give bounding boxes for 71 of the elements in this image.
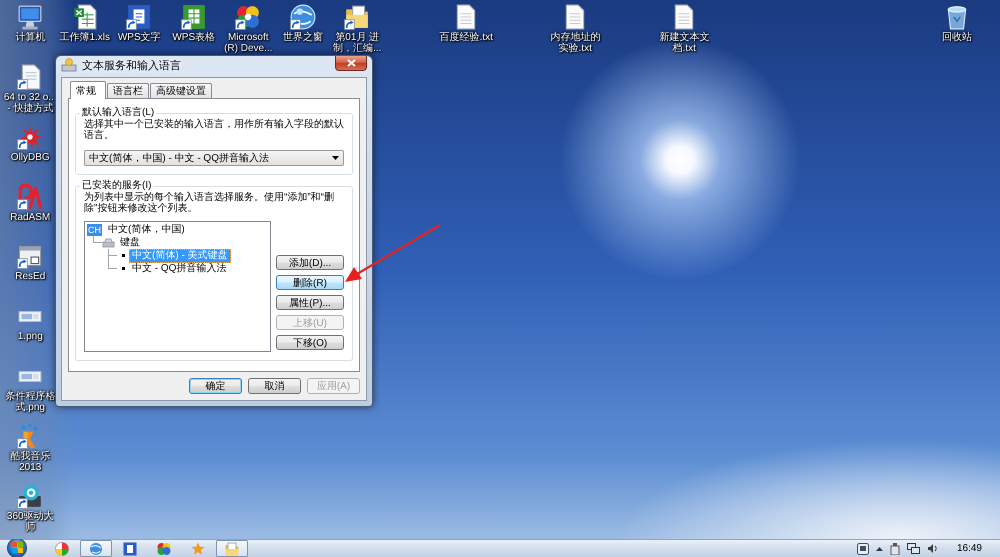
- desktop-icon-label[interactable]: WPS文字: [118, 32, 161, 43]
- speaker-icon[interactable]: [926, 543, 938, 554]
- screen-icon[interactable]: [856, 542, 869, 554]
- app-tile-icon[interactable]: [126, 4, 152, 30]
- desktop-icon-label[interactable]: WPS表格: [172, 32, 216, 43]
- keyboard-icon: [102, 238, 115, 248]
- desktop-icon-label[interactable]: 新建文本文档.txt: [657, 32, 712, 54]
- folder-icon[interactable]: [344, 4, 370, 30]
- desktop-icon-label[interactable]: 工作簿1.xls: [59, 32, 110, 43]
- tab[interactable]: 常规: [70, 81, 106, 99]
- language-badge: CH: [87, 224, 102, 236]
- flag-icon: [12, 542, 22, 553]
- app-tile-icon: [123, 542, 137, 556]
- document-icon[interactable]: [17, 64, 44, 90]
- desktop-icon-label[interactable]: 世界之窗: [282, 32, 323, 43]
- tree-item[interactable]: 键盘: [117, 236, 143, 250]
- network-icon[interactable]: [906, 542, 920, 554]
- computer-icon[interactable]: [17, 4, 44, 30]
- device-icon[interactable]: [890, 542, 900, 554]
- group-title: 默认输入语言(L): [81, 107, 156, 118]
- caret-icon: [332, 156, 339, 160]
- window-title: 文本服务和输入语言: [82, 58, 182, 74]
- spreadsheet-file-icon[interactable]: [72, 4, 98, 30]
- gear-icon[interactable]: [17, 482, 44, 509]
- app-tile-icon[interactable]: [180, 4, 207, 30]
- language-dropdown[interactable]: 中文(简体，中国) - 中文 - QQ拼音输入法: [84, 150, 344, 166]
- clock[interactable]: 16:49: [956, 543, 982, 554]
- dialog-button[interactable]: 删除(R): [276, 275, 344, 290]
- tab[interactable]: 语言栏: [107, 83, 149, 98]
- desktop-icon-label[interactable]: 条件程序格式.png: [3, 390, 58, 413]
- desktop-icon-label[interactable]: RadASM: [10, 212, 50, 223]
- arch-logo-icon[interactable]: [17, 184, 44, 210]
- group-title: 已安装的服务(I): [81, 180, 152, 192]
- pie-logo-icon: [55, 542, 69, 556]
- group-description: 为列表中显示的每个输入语言选择服务。使用“添加”和“删除”按钮来修改这个列表。: [84, 192, 335, 214]
- tree-item[interactable]: 中文 - QQ拼音输入法: [129, 262, 230, 276]
- desktop-icon-label[interactable]: 回收站: [942, 32, 972, 43]
- taskbar-button[interactable]: [216, 540, 248, 557]
- taskbar-button[interactable]: [80, 540, 112, 557]
- dialog-button[interactable]: 确定: [189, 378, 242, 394]
- desktop-icon-label[interactable]: ResEd: [15, 271, 46, 282]
- tab[interactable]: 高级键设置: [150, 83, 212, 98]
- tree-item[interactable]: 中文(简体，中国): [105, 222, 188, 236]
- globe-icon: [89, 542, 103, 556]
- desktop-icon-label[interactable]: OllyDBG: [10, 152, 50, 163]
- window-icon[interactable]: [17, 243, 44, 270]
- desktop-icon-label[interactable]: Microsoft (R) Deve...: [221, 32, 276, 54]
- desktop-icon-label[interactable]: 64 to 32 o... - 快捷方式: [3, 92, 58, 114]
- star-icon: [191, 542, 205, 556]
- start-button[interactable]: [7, 538, 27, 557]
- bullet-icon: [122, 254, 124, 257]
- globe-icon[interactable]: [290, 4, 316, 30]
- dialog-button[interactable]: 添加(D)...: [276, 255, 344, 270]
- bullet-icon: [122, 267, 124, 270]
- close-button[interactable]: [335, 56, 367, 71]
- services-tree[interactable]: CH 中文(简体，中国) 键盘 中文(简体) - 美式键盘 中文 - QQ拼音输入法: [84, 221, 271, 352]
- group-description: 选择其中一个已安装的输入语言，用作所有输入字段的默认语言。: [84, 119, 344, 141]
- desktop-icon-label[interactable]: 第01月 进制，汇编...: [330, 32, 384, 54]
- colorful-logo-icon[interactable]: [235, 4, 262, 30]
- folder-icon: [225, 542, 239, 556]
- dialog-button[interactable]: 取消: [248, 378, 301, 394]
- desktop-icon-label[interactable]: 1.png: [18, 331, 43, 342]
- desktop-icon-label[interactable]: 内存地址的实验.txt: [548, 32, 602, 54]
- colorful-logo-icon: [157, 542, 171, 556]
- dialog-button[interactable]: 下移(O): [276, 335, 344, 350]
- caret-icon[interactable]: [876, 546, 883, 550]
- app-icon: [61, 58, 77, 72]
- desktop-icon-label[interactable]: 百度经验.txt: [440, 32, 493, 43]
- desktop-icon-label[interactable]: 计算机: [15, 32, 46, 43]
- dialog-button[interactable]: 属性(P)...: [276, 295, 344, 310]
- close-icon: [346, 59, 356, 67]
